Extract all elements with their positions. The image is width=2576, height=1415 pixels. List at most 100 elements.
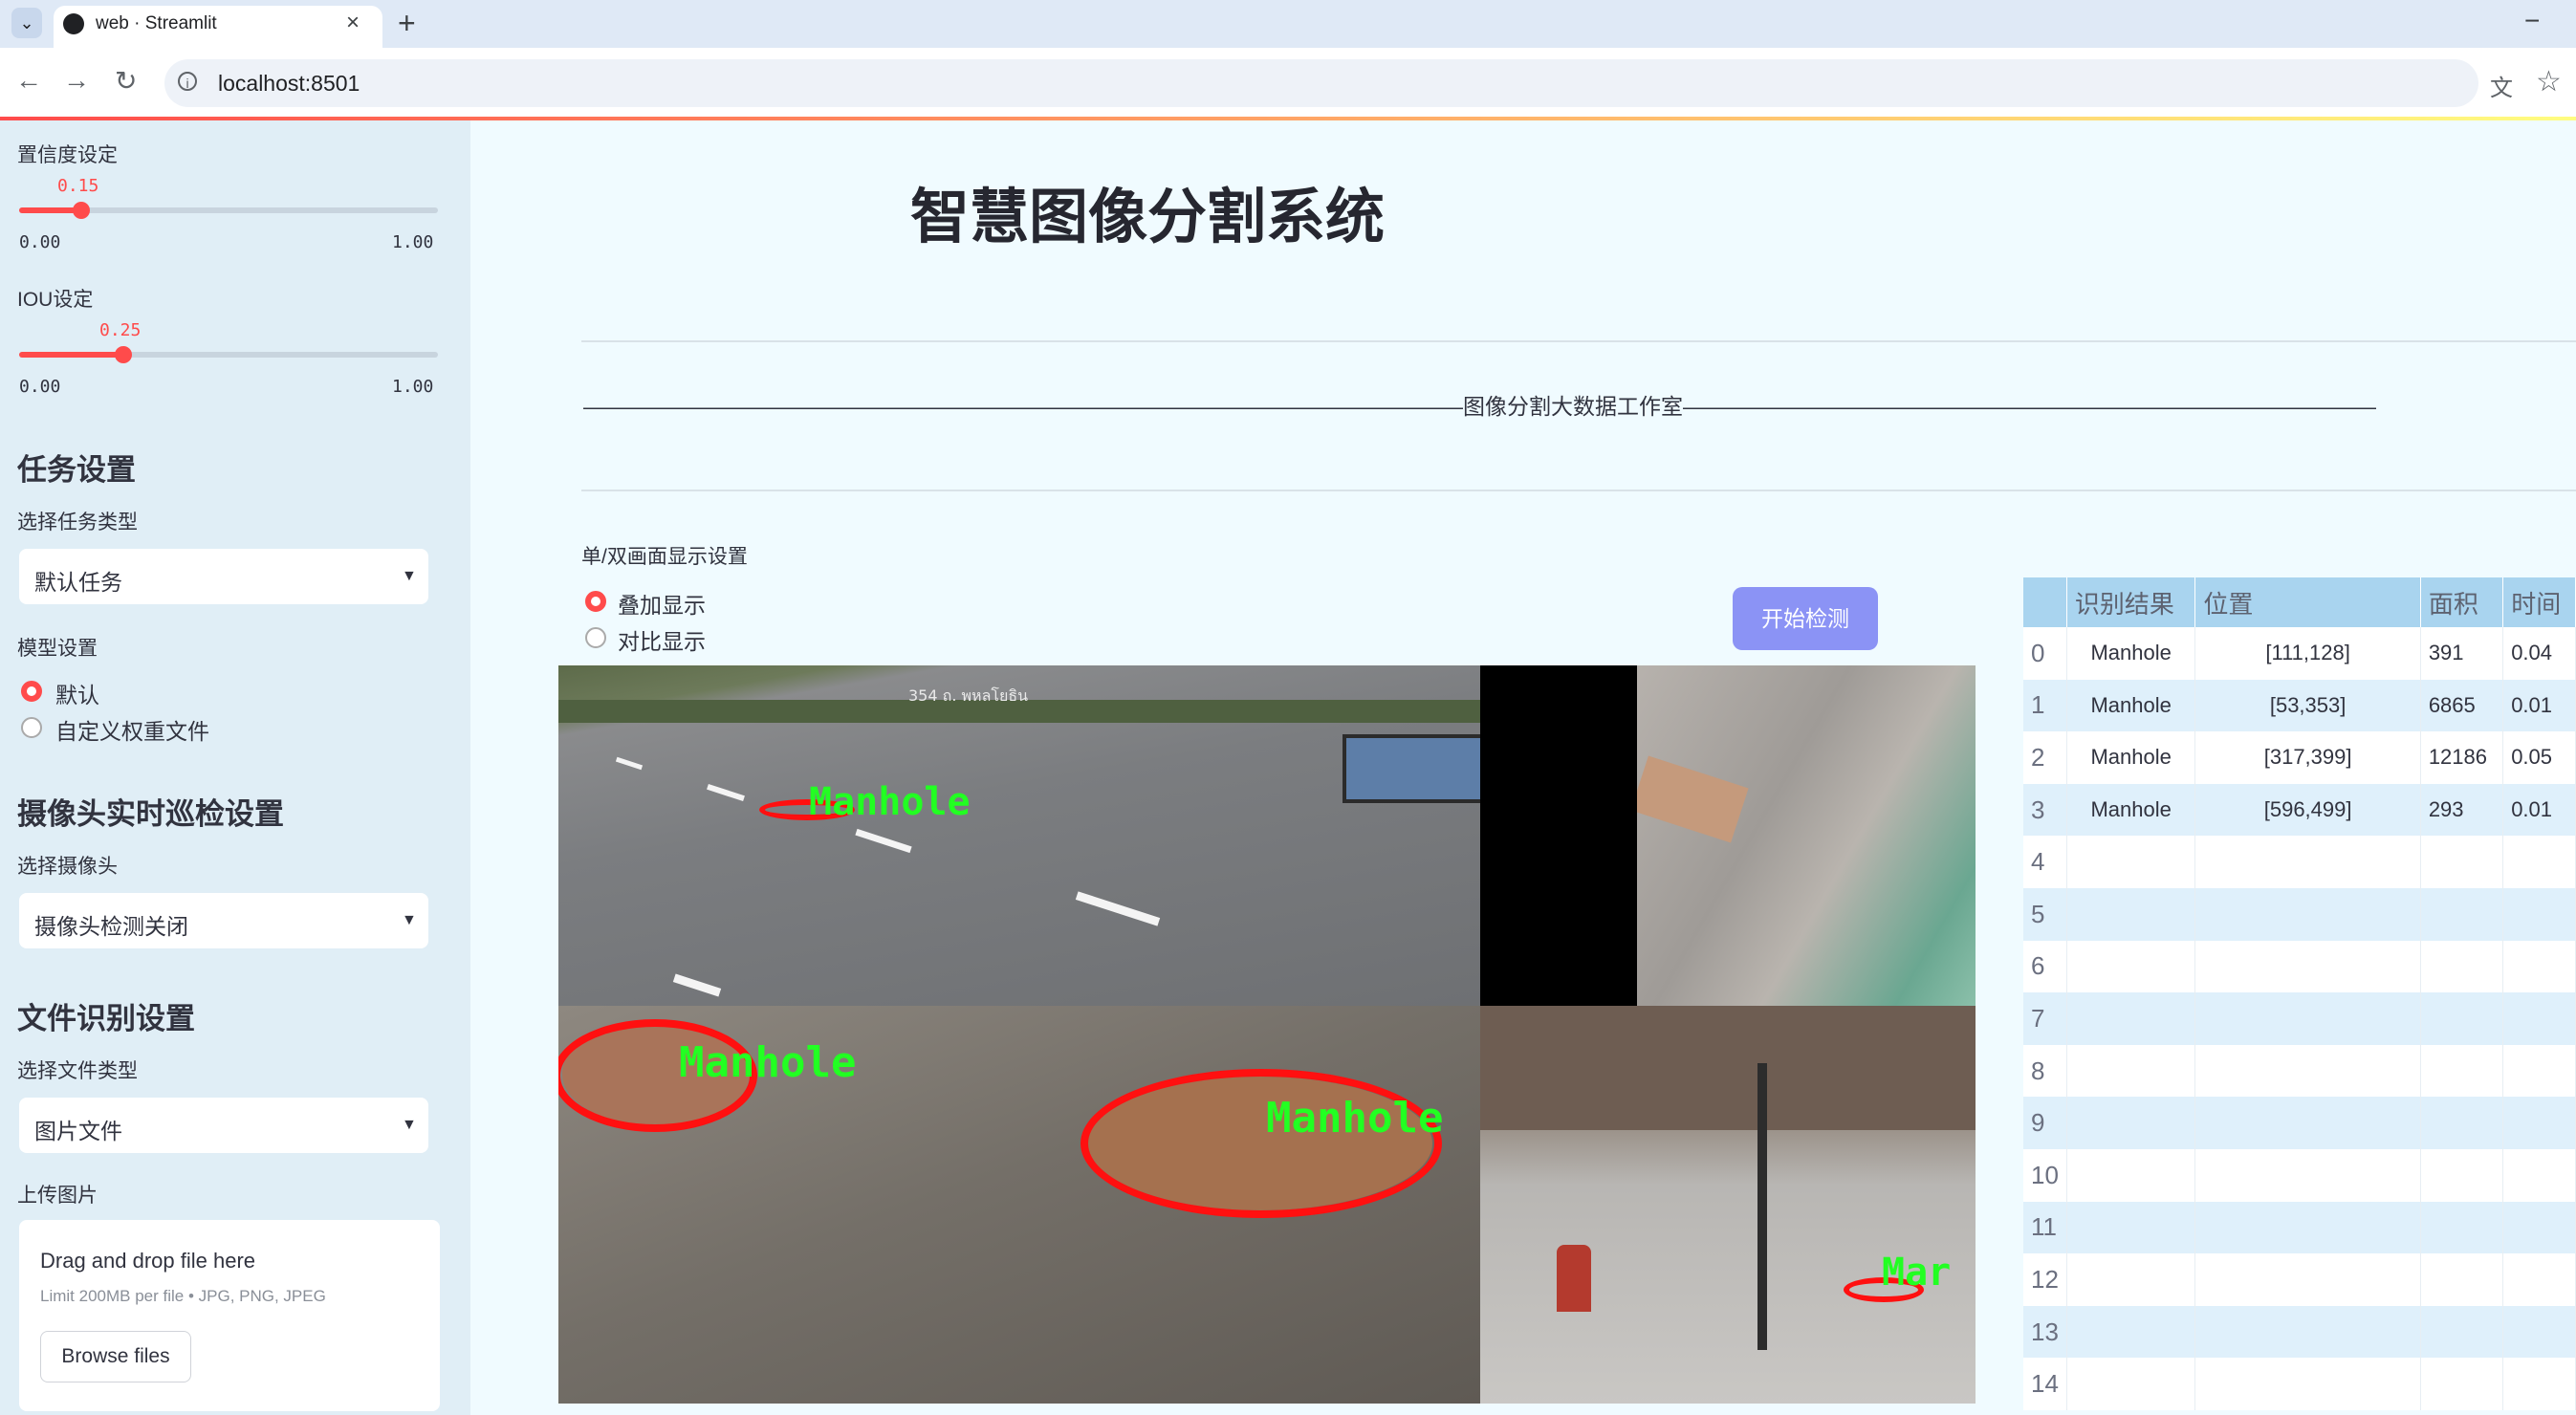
table-row[interactable]: 8 [2023, 1044, 2576, 1098]
table-row[interactable]: 14 [2023, 1358, 2576, 1410]
new-tab-icon[interactable]: + [398, 6, 416, 41]
table-cell-time [2502, 1201, 2576, 1254]
display-option-compare[interactable]: 对比显示 [618, 623, 706, 656]
iou-slider-thumb[interactable] [115, 346, 132, 363]
table-cell-area [2420, 1044, 2504, 1098]
table-cell-index: 9 [2023, 1097, 2067, 1149]
table-header-time[interactable]: 时间 [2502, 577, 2576, 627]
detection-label: Manhole [809, 780, 971, 824]
chevron-down-icon: ▼ [402, 1117, 417, 1133]
table-row[interactable]: 7 [2023, 992, 2576, 1045]
browse-files-button[interactable]: Browse files [40, 1331, 191, 1382]
iou-min: 0.00 [19, 377, 61, 397]
table-cell-area [2420, 1148, 2504, 1202]
confidence-slider-thumb[interactable] [73, 202, 90, 219]
confidence-label: 置信度设定 [17, 144, 118, 166]
table-cell-area [2420, 1305, 2504, 1359]
buildings [1480, 1006, 1976, 1130]
table-cell-position [2194, 940, 2421, 993]
tab-close-icon[interactable]: × [346, 10, 360, 36]
camera-value: 摄像头检测关闭 [34, 914, 188, 939]
dropzone-text: Drag and drop file here [40, 1249, 256, 1273]
table-header-area[interactable]: 面积 [2420, 577, 2504, 627]
table-cell-position: [53,353] [2194, 679, 2421, 732]
start-detection-button[interactable]: 开始检测 [1733, 587, 1878, 650]
tab-search-chevron-icon[interactable]: ⌄ [11, 8, 42, 38]
model-option-custom[interactable]: 自定义权重文件 [55, 713, 209, 746]
table-row[interactable]: 10 [2023, 1148, 2576, 1202]
detection-label: Manhole [679, 1038, 857, 1087]
table-cell-time [2502, 1044, 2576, 1098]
fire-hydrant [1557, 1245, 1591, 1312]
table-cell-position [2194, 1358, 2421, 1410]
table-row[interactable]: 2 Manhole [317,399] 12186 0.05 [2023, 731, 2576, 784]
table-row[interactable]: 1 Manhole [53,353] 6865 0.01 [2023, 679, 2576, 732]
manhole-photo-tile: Manhole Manhole [558, 1006, 1480, 1404]
upload-label: 上传图片 [17, 1185, 98, 1207]
table-cell-area [2420, 1097, 2504, 1149]
model-radio-custom[interactable] [21, 717, 42, 738]
table-cell-index: 11 [2023, 1201, 2067, 1254]
task-settings-heading: 任务设置 [17, 453, 136, 487]
reload-icon[interactable]: ↻ [115, 65, 137, 97]
table-cell-result: Manhole [2066, 679, 2196, 732]
display-radio-overlay[interactable] [585, 591, 606, 612]
detection-label: Manhole [1266, 1094, 1444, 1143]
table-cell-index: 4 [2023, 836, 2067, 888]
table-cell-time [2502, 1148, 2576, 1202]
table-cell-area [2420, 836, 2504, 888]
minimize-window-icon[interactable]: − [2524, 6, 2540, 36]
table-row[interactable]: 6 [2023, 940, 2576, 993]
table-cell-position [2194, 836, 2421, 888]
iou-slider-fill [19, 352, 124, 358]
back-arrow-icon[interactable]: ← [15, 65, 42, 96]
table-cell-area: 293 [2420, 783, 2504, 837]
table-row[interactable]: 4 [2023, 836, 2576, 888]
display-option-overlay[interactable]: 叠加显示 [618, 587, 706, 620]
site-info-icon[interactable]: i [178, 72, 197, 91]
table-cell-result [2066, 1097, 2196, 1149]
table-header-position[interactable]: 位置 [2194, 577, 2421, 627]
streamlit-favicon-icon [63, 13, 84, 34]
table-cell-result [2066, 1253, 2196, 1306]
table-header-result[interactable]: 识别结果 [2066, 577, 2196, 627]
table-header-index [2023, 577, 2067, 627]
translate-icon[interactable]: 文 [2490, 69, 2513, 102]
debris [1637, 755, 1749, 843]
table-cell-position [2194, 887, 2421, 941]
address-bar[interactable] [164, 59, 2478, 107]
table-cell-index: 8 [2023, 1044, 2067, 1098]
file-type-value: 图片文件 [34, 1119, 122, 1143]
table-cell-position [2194, 1148, 2421, 1202]
table-cell-position [2194, 1253, 2421, 1306]
street-corner-photo-tile: Mar [1480, 1006, 1976, 1404]
model-option-default[interactable]: 默认 [55, 677, 99, 709]
letterbox [1480, 665, 1637, 1006]
street-sign-text: 354 ถ. พหลโยธิน [908, 686, 1029, 705]
table-row[interactable]: 12 [2023, 1253, 2576, 1306]
table-row[interactable]: 13 [2023, 1305, 2576, 1359]
bookmark-star-icon[interactable]: ☆ [2536, 65, 2562, 98]
table-cell-time [2502, 887, 2576, 941]
table-row[interactable]: 3 Manhole [596,499] 293 0.01 [2023, 783, 2576, 837]
forward-arrow-icon[interactable]: → [63, 65, 90, 96]
table-row[interactable]: 5 [2023, 887, 2576, 941]
results-table[interactable]: 识别结果 位置 面积 时间 0 Manhole [111,128] 391 0.04 1 M… [2023, 577, 2576, 1415]
chevron-down-icon: ▼ [402, 912, 417, 928]
browser-tab-bar [0, 0, 2576, 48]
table-row[interactable]: 11 [2023, 1201, 2576, 1254]
table-cell-time: 0.01 [2502, 679, 2576, 732]
segmentation-result-image: 354 ถ. พหลโยธิน Manhole Manhole Manhole … [558, 665, 1976, 1404]
iou-value: 0.25 [99, 320, 142, 340]
url-text[interactable]: localhost:8501 [218, 71, 360, 97]
table-row[interactable]: 0 Manhole [111,128] 391 0.04 [2023, 627, 2576, 680]
model-radio-default[interactable] [21, 681, 42, 702]
table-row[interactable]: 9 [2023, 1097, 2576, 1149]
camera-label: 选择摄像头 [17, 856, 118, 878]
table-cell-position [2194, 1044, 2421, 1098]
table-cell-result [2066, 1044, 2196, 1098]
task-type-value: 默认任务 [34, 570, 122, 595]
table-cell-time: 0.05 [2502, 731, 2576, 784]
divider [581, 490, 2576, 491]
display-radio-compare[interactable] [585, 627, 606, 648]
